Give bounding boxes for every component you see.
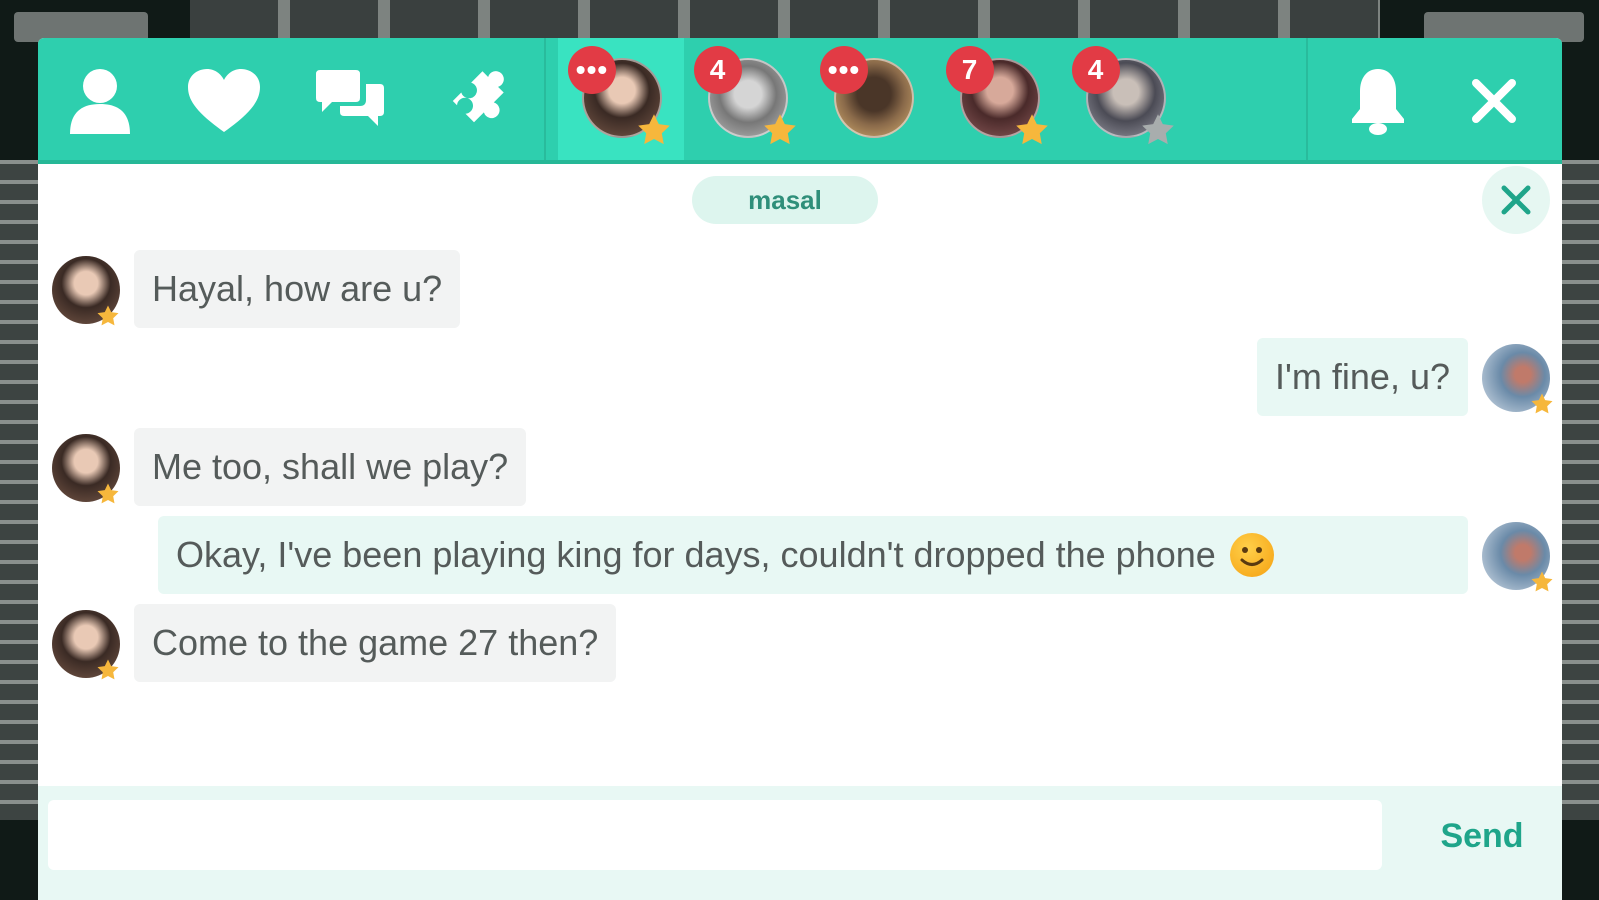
- close-icon: [1501, 185, 1531, 215]
- close-conversation-button[interactable]: [1482, 166, 1550, 234]
- smiley-emoji-icon: [1229, 533, 1274, 577]
- unread-badge: 4: [1072, 46, 1120, 94]
- contact-tab-4[interactable]: 7: [936, 38, 1062, 160]
- header-divider: [1306, 38, 1308, 160]
- star-icon: [97, 305, 119, 326]
- puzzle-icon[interactable]: [434, 66, 514, 136]
- message-text: Hayal, how are u?: [134, 250, 461, 328]
- message-text: Me too, shall we play?: [134, 428, 527, 506]
- star-icon: [764, 114, 796, 145]
- header-divider: [544, 38, 546, 160]
- unread-badge: •••: [820, 46, 868, 94]
- unread-badge: 7: [946, 46, 994, 94]
- message-input[interactable]: [48, 800, 1382, 870]
- game-board-right-edge: [1559, 160, 1599, 820]
- star-icon: [97, 483, 119, 504]
- message-bubble: Okay, I've been playing king for days, c…: [158, 516, 1468, 594]
- star-icon: [1016, 114, 1048, 145]
- contact-tab-5[interactable]: 4: [1062, 38, 1188, 160]
- contact-tab-3[interactable]: •••: [810, 38, 936, 160]
- star-icon: [1531, 393, 1553, 414]
- game-board-background: [190, 0, 1380, 40]
- chat-header: ••• 4 ••• 7 4: [38, 38, 1562, 164]
- heart-icon[interactable]: [184, 66, 264, 136]
- game-board-left-edge: [0, 160, 40, 820]
- star-icon: [1531, 571, 1553, 592]
- contact-tab-1[interactable]: •••: [558, 38, 684, 160]
- star-icon: [97, 659, 119, 680]
- close-icon[interactable]: [1454, 66, 1534, 136]
- profile-icon[interactable]: [60, 66, 140, 136]
- contact-tab-2[interactable]: 4: [684, 38, 810, 160]
- star-icon: [1142, 114, 1174, 145]
- message-composer: Send: [38, 786, 1562, 900]
- message-text: Okay, I've been playing king for days, c…: [176, 534, 1216, 575]
- bell-icon[interactable]: [1338, 66, 1418, 136]
- unread-badge: 4: [694, 46, 742, 94]
- unread-badge: •••: [568, 46, 616, 94]
- conversation-contact-name: masal: [692, 176, 878, 224]
- chat-bubbles-icon[interactable]: [310, 66, 390, 136]
- message-text: I'm fine, u?: [1257, 338, 1468, 416]
- star-icon: [638, 114, 670, 145]
- message-text: Come to the game 27 then?: [134, 604, 617, 682]
- send-button[interactable]: Send: [1422, 806, 1542, 866]
- chat-window: ••• 4 ••• 7 4 masal Hayal, how are u? I'…: [38, 38, 1562, 900]
